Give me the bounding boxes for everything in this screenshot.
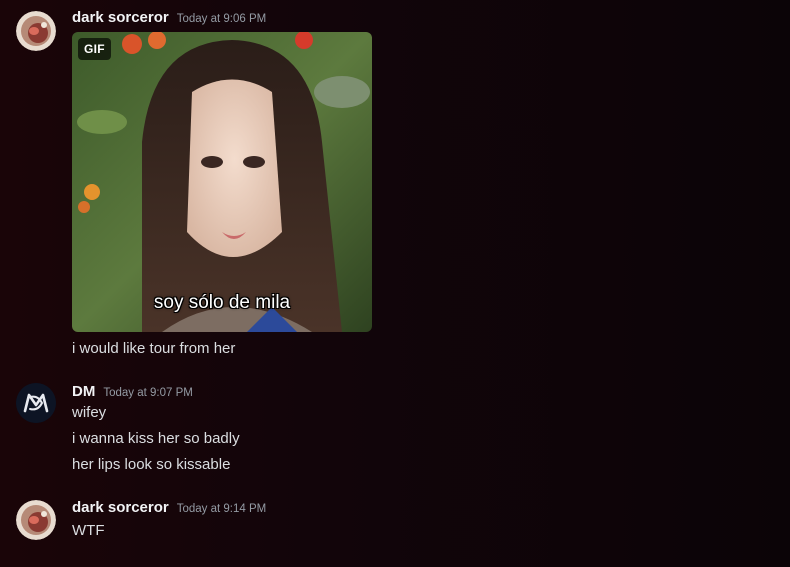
message-header: dark sorceror Today at 9:06 PM [72,9,266,26]
message-text: i would like tour from her [72,340,236,357]
gif-attachment[interactable]: GIF soy sólo de mila [72,32,372,332]
timestamp[interactable]: Today at 9:14 PM [177,503,267,515]
message-text: i wanna kiss her so badly [72,430,240,447]
timestamp[interactable]: Today at 9:07 PM [103,387,193,399]
user-avatar[interactable] [16,11,56,51]
gif-caption: soy sólo de mila [153,292,291,313]
user-avatar[interactable] [16,500,56,540]
message-header: DM Today at 9:07 PM [72,383,193,400]
message-text: WTF [72,522,105,539]
username[interactable]: DM [72,383,95,400]
user-avatar[interactable] [16,383,56,423]
message-text: her lips look so kissable [72,456,231,473]
message-group: dark sorceror Today at 9:06 PM GIF soy s… [0,0,790,370]
message-text: wifey [72,404,107,421]
gif-badge: GIF [78,38,111,60]
timestamp[interactable]: Today at 9:06 PM [177,13,267,25]
gif-image [72,32,372,332]
username[interactable]: dark sorceror [72,499,169,516]
message-header: dark sorceror Today at 9:14 PM [72,499,266,516]
username[interactable]: dark sorceror [72,9,169,26]
